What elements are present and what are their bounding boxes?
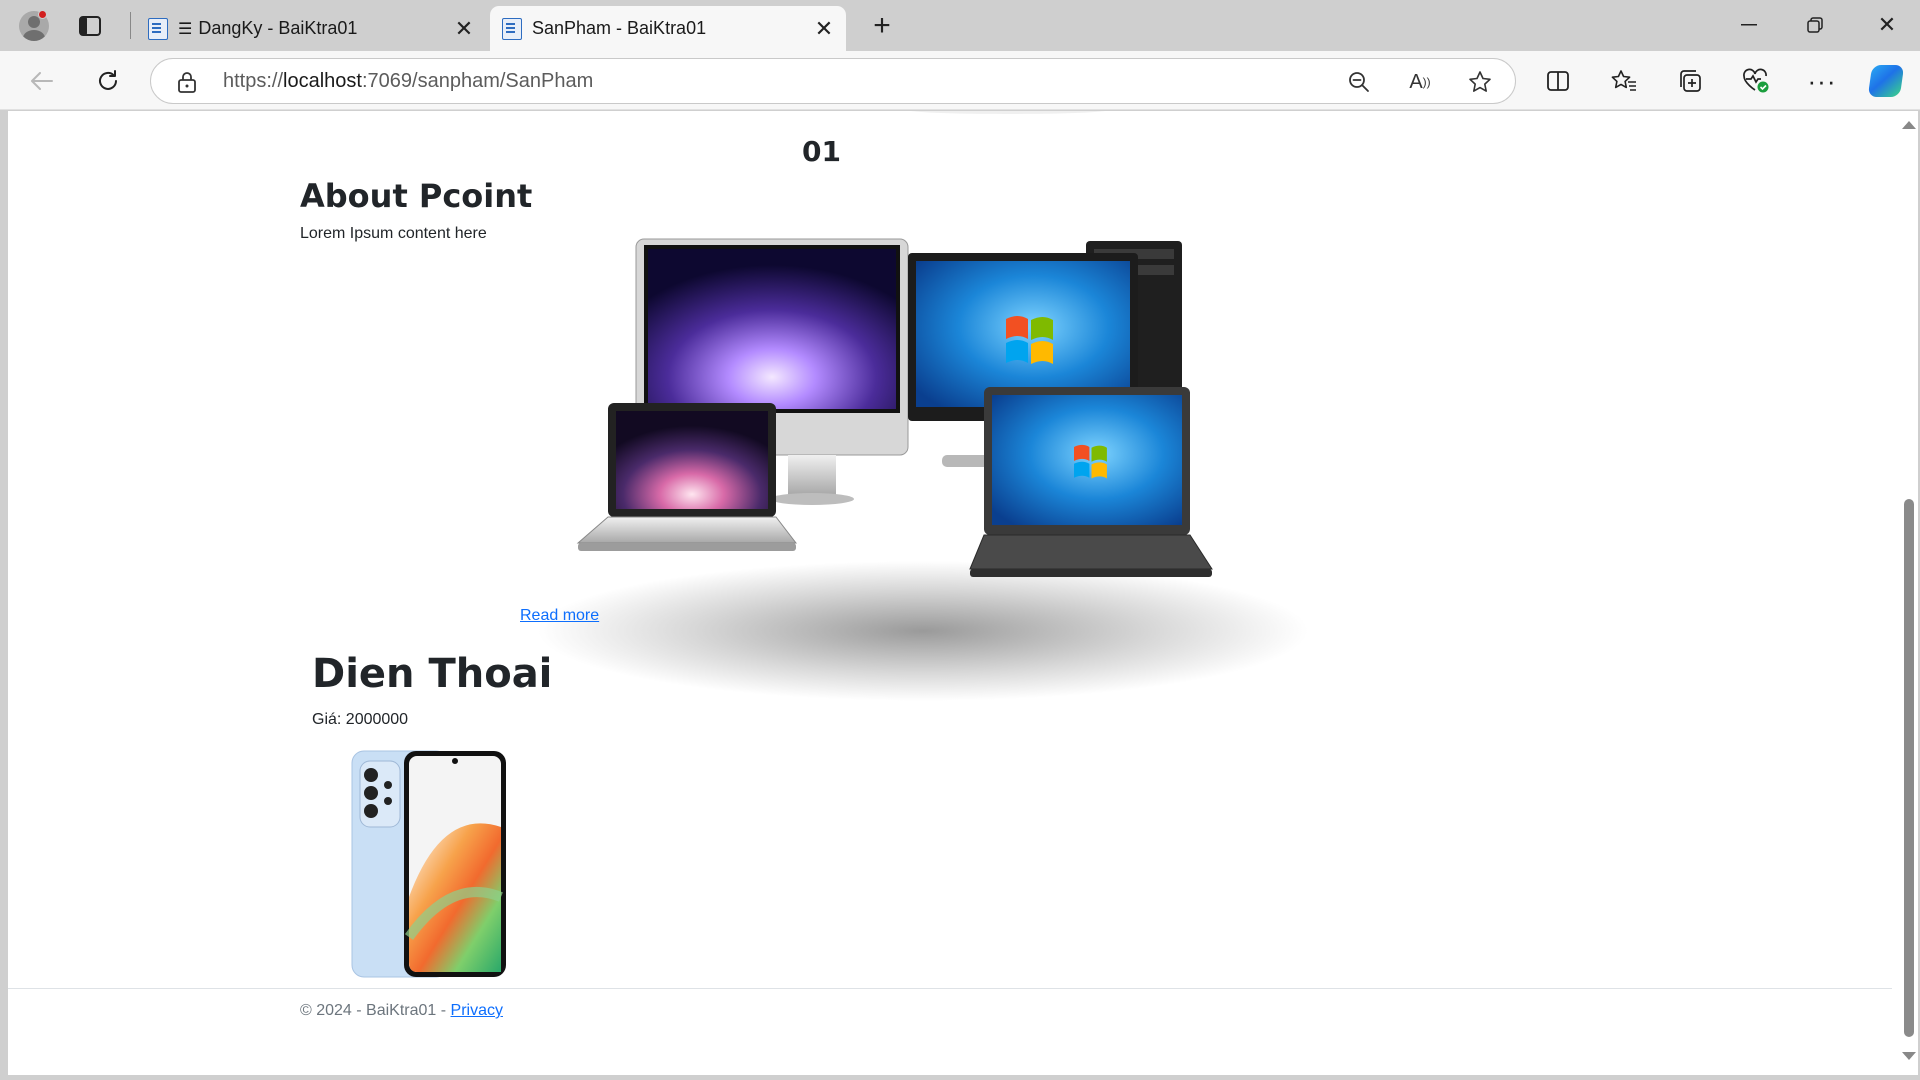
browser-tab-bar: ☰ DangKy - BaiKtra01 ✕ SanPham - BaiKtra… xyxy=(0,0,1920,51)
minimize-window-button[interactable] xyxy=(1716,0,1782,50)
about-heading: About Pcoint xyxy=(300,177,533,215)
copilot-icon[interactable] xyxy=(1866,61,1906,101)
heart-pulse-icon[interactable] xyxy=(1736,61,1776,101)
read-aloud-icon[interactable]: A)) xyxy=(1404,67,1436,97)
devices-image xyxy=(538,238,1308,701)
zoom-out-icon[interactable] xyxy=(1343,67,1375,97)
tab-separator xyxy=(130,12,131,39)
footer-divider xyxy=(8,988,1892,989)
page-favicon-icon xyxy=(148,17,168,40)
reader-mode-icon: ☰ xyxy=(178,20,193,38)
scrollbar-thumb[interactable] xyxy=(1904,499,1914,1037)
scroll-down-arrow-icon[interactable] xyxy=(1902,1052,1916,1060)
address-bar[interactable]: https://localhost:7069/sanpham/SanPham A… xyxy=(150,58,1516,104)
footer: © 2024 - BaiKtra01 - Privacy xyxy=(300,1002,503,1020)
lock-icon[interactable] xyxy=(177,71,197,93)
close-tab-icon[interactable]: ✕ xyxy=(806,11,842,47)
product-code: 01 xyxy=(802,135,841,168)
phone-image xyxy=(351,750,506,978)
product-price: Giá: 2000000 xyxy=(312,711,409,728)
star-icon[interactable] xyxy=(1464,67,1496,97)
profile-avatar-icon[interactable] xyxy=(14,6,54,46)
vertical-scrollbar[interactable] xyxy=(1898,111,1918,1075)
tab-sanpham[interactable]: SanPham - BaiKtra01 ✕ xyxy=(490,6,846,51)
close-window-button[interactable]: ✕ xyxy=(1854,0,1920,50)
restore-window-button[interactable] xyxy=(1782,0,1848,50)
footer-copyright: © 2024 - BaiKtra01 - xyxy=(300,1002,451,1019)
about-text: Lorem Ipsum content here xyxy=(300,225,487,242)
browser-toolbar: https://localhost:7069/sanpham/SanPham A… xyxy=(0,51,1920,110)
image-shadow-edge xyxy=(908,111,1108,114)
collections-icon[interactable] xyxy=(1670,61,1710,101)
ellipsis-icon[interactable]: ··· xyxy=(1802,61,1842,101)
page-viewport: 01 About Pcoint Lorem Ipsum content here xyxy=(8,111,1918,1075)
product-name: Dien Thoai xyxy=(312,651,553,697)
new-tab-plus-icon[interactable]: + xyxy=(862,6,902,46)
close-tab-icon[interactable]: ✕ xyxy=(446,11,482,47)
scroll-up-arrow-icon[interactable] xyxy=(1902,121,1916,129)
refresh-icon[interactable] xyxy=(88,61,128,101)
favorites-list-icon[interactable] xyxy=(1604,61,1644,101)
privacy-link[interactable]: Privacy xyxy=(451,1002,503,1019)
tab-title: DangKy - BaiKtra01 xyxy=(198,18,358,38)
tab-title: SanPham - BaiKtra01 xyxy=(532,18,707,38)
back-arrow-icon[interactable] xyxy=(22,61,62,101)
page-favicon-icon xyxy=(502,17,522,40)
tab-actions-icon[interactable] xyxy=(70,6,110,46)
split-screen-icon[interactable] xyxy=(1538,61,1578,101)
tab-dangky[interactable]: ☰ DangKy - BaiKtra01 ✕ xyxy=(136,6,486,51)
url-text[interactable]: https://localhost:7069/sanpham/SanPham xyxy=(223,70,593,93)
read-more-link[interactable]: Read more xyxy=(520,607,599,625)
